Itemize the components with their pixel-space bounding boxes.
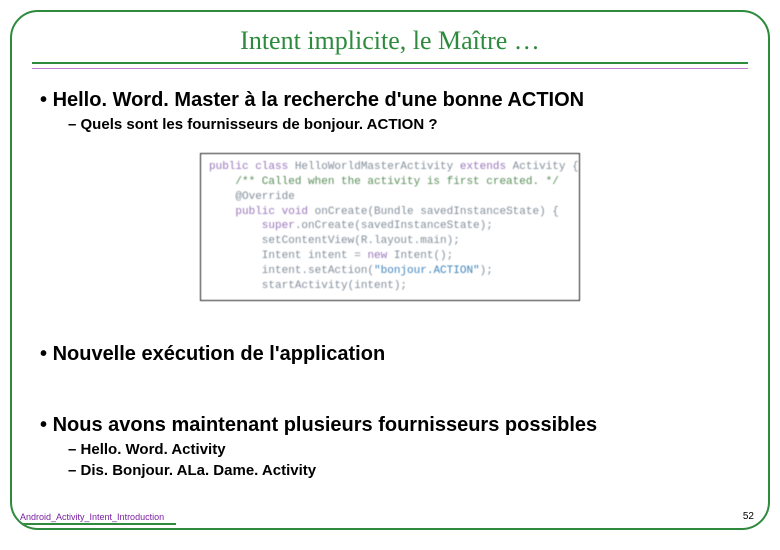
footer-source: Android_Activity_Intent_Introduction xyxy=(20,512,164,522)
page-number: 52 xyxy=(743,511,754,522)
content-area: Hello. Word. Master à la recherche d'une… xyxy=(12,77,768,481)
bullet-1: Hello. Word. Master à la recherche d'une… xyxy=(40,83,740,114)
title-divider-green xyxy=(32,62,748,64)
code-comment: /** Called when the activity is first cr… xyxy=(209,176,559,188)
bullet-3-sub-2: Dis. Bonjour. ALa. Dame. Activity xyxy=(40,460,740,481)
bullet-2: Nouvelle exécution de l'application xyxy=(40,337,740,368)
code-string: "bonjour.ACTION" xyxy=(374,265,480,277)
code-snippet: public class HelloWorldMasterActivity ex… xyxy=(200,153,580,301)
code-kw: public class xyxy=(209,161,288,173)
bullet-3-sub-1: Hello. Word. Activity xyxy=(40,439,740,460)
bullet-3: Nous avons maintenant plusieurs fourniss… xyxy=(40,408,740,439)
footer-underline xyxy=(20,523,176,525)
slide-title: Intent implicite, le Maître … xyxy=(12,12,768,62)
bullet-1-sub-1: Quels sont les fournisseurs de bonjour. … xyxy=(40,114,740,135)
slide-frame: Intent implicite, le Maître … Hello. Wor… xyxy=(10,10,770,530)
title-divider-purple xyxy=(32,68,748,69)
